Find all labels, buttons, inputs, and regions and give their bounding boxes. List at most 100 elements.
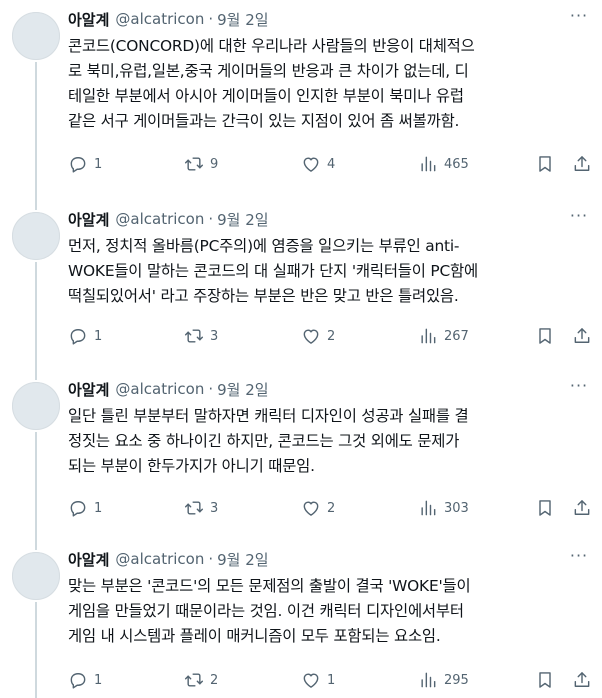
- display-name[interactable]: 아알계: [68, 9, 109, 30]
- tweet-actions: 1 9 4 465: [68, 152, 594, 176]
- tweet[interactable]: 아알계 @alcatricon · 9월 2일 ··· 일단 틀린 부분부터 말…: [0, 370, 602, 540]
- tweet-header: 아알계 @alcatricon · 9월 2일 ···: [68, 8, 590, 30]
- share-button[interactable]: [572, 498, 592, 518]
- heart-icon: [303, 673, 319, 688]
- tweet-date[interactable]: 9월 2일: [217, 379, 268, 400]
- like-count: 2: [327, 500, 336, 516]
- share-icon: [574, 156, 590, 171]
- retweet-button[interactable]: 3: [184, 326, 218, 346]
- views-icon: [421, 156, 436, 172]
- views-count: 303: [444, 500, 469, 516]
- reply-count: 1: [94, 500, 103, 516]
- avatar[interactable]: [12, 212, 60, 260]
- tweet-actions: 1 2 1 295: [68, 668, 594, 692]
- retweet-button[interactable]: 3: [184, 498, 218, 518]
- bookmark-button[interactable]: [535, 326, 555, 346]
- tweet-date[interactable]: 9월 2일: [217, 9, 268, 30]
- reply-count: 1: [94, 328, 103, 344]
- views-button[interactable]: 303: [418, 498, 469, 518]
- retweet-button[interactable]: 2: [184, 670, 218, 690]
- tweet[interactable]: 아알계 @alcatricon · 9월 2일 ··· 맞는 부분은 '콘코드'…: [0, 540, 602, 698]
- like-button[interactable]: 2: [301, 326, 335, 346]
- user-handle[interactable]: @alcatricon: [115, 10, 204, 28]
- reply-button[interactable]: 1: [68, 326, 102, 346]
- retweet-icon: [184, 157, 204, 171]
- bookmark-icon: [539, 156, 551, 172]
- thread-line: [35, 602, 37, 698]
- reply-icon: [70, 501, 86, 517]
- tweet-actions: 1 3 2 267: [68, 324, 594, 348]
- like-button[interactable]: 1: [301, 670, 335, 690]
- thread-line: [35, 370, 37, 380]
- like-count: 4: [327, 156, 336, 172]
- separator-dot: ·: [208, 380, 214, 398]
- display-name[interactable]: 아알계: [68, 549, 109, 570]
- more-options-icon[interactable]: ···: [568, 378, 590, 400]
- separator-dot: ·: [208, 10, 214, 28]
- share-button[interactable]: [572, 154, 592, 174]
- retweet-count: 3: [210, 328, 219, 344]
- tweet-actions: 1 3 2 303: [68, 496, 594, 520]
- separator-dot: ·: [208, 550, 214, 568]
- like-button[interactable]: 4: [301, 154, 335, 174]
- avatar[interactable]: [12, 552, 60, 600]
- retweet-count: 2: [210, 672, 219, 688]
- tweet-header: 아알계 @alcatricon · 9월 2일 ···: [68, 378, 590, 400]
- views-button[interactable]: 267: [418, 326, 469, 346]
- bookmark-icon: [539, 672, 551, 688]
- bookmark-button[interactable]: [535, 154, 555, 174]
- heart-icon: [303, 501, 319, 516]
- reply-count: 1: [94, 672, 103, 688]
- display-name[interactable]: 아알계: [68, 209, 109, 230]
- reply-button[interactable]: 1: [68, 498, 102, 518]
- reply-icon: [70, 673, 86, 689]
- tweet-text: 먼저, 정치적 올바름(PC주의)에 염증을 일으키는 부류인 anti- WO…: [68, 237, 478, 305]
- user-handle[interactable]: @alcatricon: [115, 550, 204, 568]
- avatar[interactable]: [12, 382, 60, 430]
- user-handle[interactable]: @alcatricon: [115, 210, 204, 228]
- thread-line: [35, 262, 37, 370]
- thread-line: [35, 432, 37, 540]
- heart-icon: [303, 329, 319, 344]
- share-button[interactable]: [572, 326, 592, 346]
- tweet-date[interactable]: 9월 2일: [217, 549, 268, 570]
- views-button[interactable]: 465: [418, 154, 469, 174]
- reply-button[interactable]: 1: [68, 154, 102, 174]
- bookmark-button[interactable]: [535, 670, 555, 690]
- tweet-text: 맞는 부분은 '콘코드'의 모든 문제점의 출발이 결국 'WOKE'들이 게임…: [68, 577, 471, 645]
- more-options-icon[interactable]: ···: [568, 8, 590, 30]
- user-handle[interactable]: @alcatricon: [115, 380, 204, 398]
- like-count: 1: [327, 672, 336, 688]
- retweet-icon: [184, 501, 204, 515]
- thread-line: [35, 200, 37, 210]
- separator-dot: ·: [208, 210, 214, 228]
- more-options-icon[interactable]: ···: [568, 208, 590, 230]
- tweet[interactable]: 아알계 @alcatricon · 9월 2일 ··· 먼저, 정치적 올바름(…: [0, 200, 602, 370]
- tweet[interactable]: 아알계 @alcatricon · 9월 2일 ··· 콘코드(CONCORD)…: [0, 0, 602, 200]
- avatar[interactable]: [12, 12, 60, 60]
- tweet-date[interactable]: 9월 2일: [217, 209, 268, 230]
- share-button[interactable]: [572, 670, 592, 690]
- views-button[interactable]: 295: [418, 670, 469, 690]
- retweet-button[interactable]: 9: [184, 154, 218, 174]
- bookmark-button[interactable]: [535, 498, 555, 518]
- views-count: 465: [444, 156, 469, 172]
- views-count: 295: [444, 672, 469, 688]
- tweet-header: 아알계 @alcatricon · 9월 2일 ···: [68, 208, 590, 230]
- retweet-count: 9: [210, 156, 219, 172]
- views-icon: [421, 328, 436, 344]
- bookmark-icon: [539, 500, 551, 516]
- more-options-icon[interactable]: ···: [568, 548, 590, 570]
- views-icon: [421, 500, 436, 516]
- retweet-count: 3: [210, 500, 219, 516]
- heart-icon: [303, 157, 319, 172]
- retweet-icon: [184, 673, 204, 687]
- display-name[interactable]: 아알계: [68, 379, 109, 400]
- reply-button[interactable]: 1: [68, 670, 102, 690]
- thread-line: [35, 540, 37, 550]
- like-count: 2: [327, 328, 336, 344]
- reply-icon: [70, 329, 86, 345]
- like-button[interactable]: 2: [301, 498, 335, 518]
- tweet-text: 콘코드(CONCORD)에 대한 우리나라 사람들의 반응이 대체적으 로 북미…: [68, 37, 475, 130]
- share-icon: [574, 328, 590, 343]
